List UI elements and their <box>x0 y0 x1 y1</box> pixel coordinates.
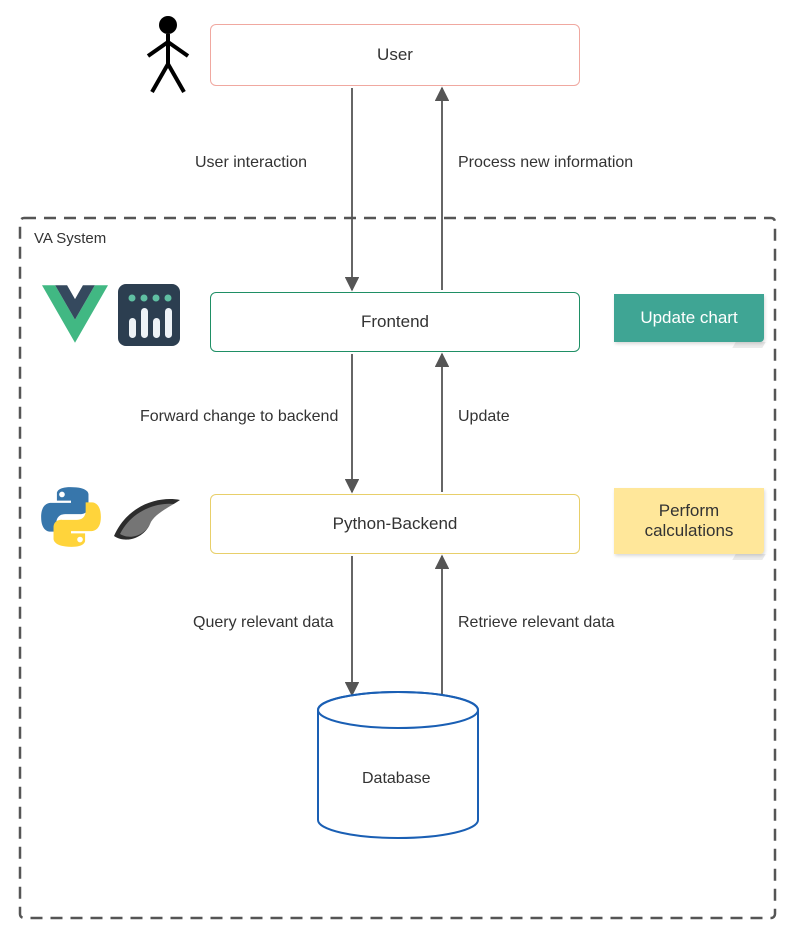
plotly-logo-icon <box>118 284 180 351</box>
frontend-node: Frontend <box>210 292 580 352</box>
database-node-label: Database <box>362 770 431 788</box>
backend-node: Python-Backend <box>210 494 580 554</box>
edge-update: Update <box>458 408 510 426</box>
edge-query-data: Query relevant data <box>193 614 334 632</box>
sticky-update-chart-text: Update chart <box>640 308 737 328</box>
user-node-label: User <box>377 45 413 65</box>
edge-forward-change: Forward change to backend <box>140 408 338 426</box>
edge-user-interaction: User interaction <box>195 154 307 172</box>
user-node: User <box>210 24 580 86</box>
edge-retrieve-data: Retrieve relevant data <box>458 614 615 632</box>
sticky-update-chart: Update chart <box>614 294 764 342</box>
person-icon <box>140 14 196 99</box>
diagram-connections <box>0 0 800 941</box>
container-label: VA System <box>34 230 106 247</box>
backend-node-label: Python-Backend <box>333 514 458 534</box>
architecture-diagram: User VA System Frontend Update chart <box>0 0 800 941</box>
sticky-perform-calc: Perform calculations <box>614 488 764 554</box>
python-logo-icon <box>40 486 102 553</box>
flask-logo-icon <box>110 494 182 549</box>
vue-logo-icon <box>42 285 108 348</box>
sticky-perform-calc-text: Perform calculations <box>645 501 734 541</box>
edge-process-new-info: Process new information <box>458 154 633 172</box>
frontend-node-label: Frontend <box>361 312 429 332</box>
